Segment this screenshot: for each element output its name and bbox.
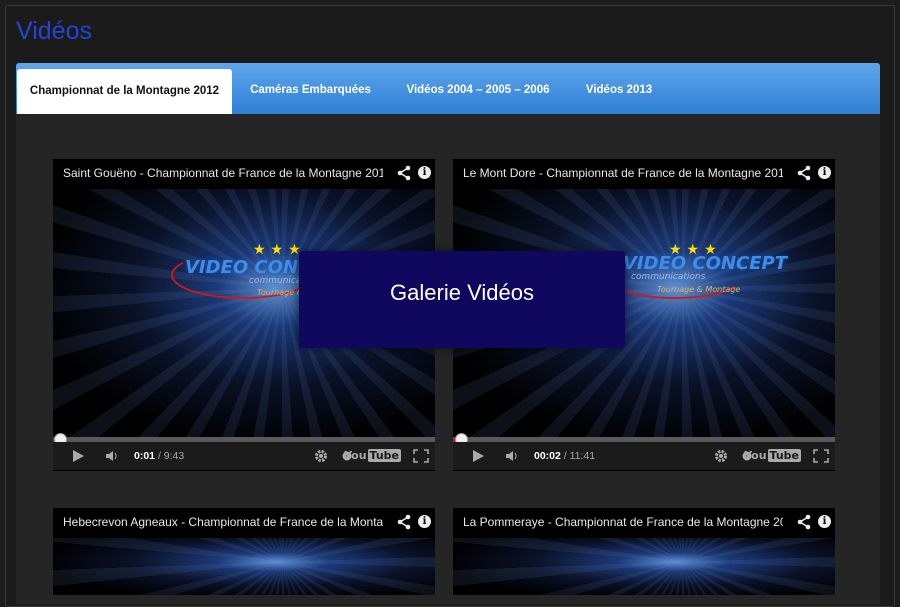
share-icon[interactable] xyxy=(397,514,411,530)
video-header: Saint Gouëno - Championnat de France de … xyxy=(53,159,435,189)
player-controls: 00:02 / 11:41 You Tube xyxy=(453,442,835,470)
video-thumbnail[interactable] xyxy=(53,538,435,595)
video-header: Hebecrevon Agneaux - Championnat de Fran… xyxy=(53,508,435,538)
video-header: La Pommeraye - Championnat de France de … xyxy=(453,508,835,538)
share-icon[interactable] xyxy=(397,165,411,181)
share-icon[interactable] xyxy=(797,514,811,530)
play-icon[interactable] xyxy=(71,449,85,463)
logo-tagline: Tournage & Montage xyxy=(657,285,741,294)
youtube-you: You xyxy=(344,449,367,462)
youtube-logo[interactable]: You Tube xyxy=(743,449,801,462)
logo-stars: ★★★ xyxy=(253,241,306,257)
player-controls: 0:01 / 9:43 You Tube xyxy=(53,442,435,470)
info-icon[interactable]: i xyxy=(818,515,831,528)
play-icon[interactable] xyxy=(471,449,485,463)
current-time: 00:02 xyxy=(534,450,561,462)
page-title: Vidéos xyxy=(16,17,92,45)
settings-gear-icon[interactable] xyxy=(314,449,328,463)
youtube-you: You xyxy=(744,449,767,462)
youtube-tube: Tube xyxy=(767,449,801,462)
thumbnail-rays xyxy=(53,538,435,595)
tab-videos-2004-2006[interactable]: Vidéos 2004 – 2005 – 2006 xyxy=(394,63,562,114)
video-title[interactable]: Saint Gouëno - Championnat de France de … xyxy=(63,166,383,180)
video-title[interactable]: La Pommeraye - Championnat de France de … xyxy=(463,515,783,529)
info-icon[interactable]: i xyxy=(818,166,831,179)
logo-sub: communications xyxy=(631,272,706,282)
tab-cameras-embarquees[interactable]: Caméras Embarquées xyxy=(238,63,383,114)
duration: / 11:41 xyxy=(563,450,596,462)
gallery-modal[interactable]: Galerie Vidéos xyxy=(299,251,625,348)
settings-gear-icon[interactable] xyxy=(714,449,728,463)
fullscreen-icon[interactable] xyxy=(413,449,429,463)
current-time: 0:01 xyxy=(134,450,156,462)
video-concept-logo: VIDEO CONCEPT xyxy=(623,253,787,274)
info-icon[interactable]: i xyxy=(418,166,431,179)
time-display: 00:02 / 11:41 xyxy=(534,450,595,462)
video-player[interactable]: Hebecrevon Agneaux - Championnat de Fran… xyxy=(53,508,435,595)
volume-icon[interactable] xyxy=(505,449,519,463)
youtube-tube: Tube xyxy=(367,449,401,462)
video-thumbnail[interactable] xyxy=(453,538,835,595)
info-icon[interactable]: i xyxy=(418,515,431,528)
fullscreen-icon[interactable] xyxy=(813,449,829,463)
share-icon[interactable] xyxy=(797,165,811,181)
youtube-logo[interactable]: You Tube xyxy=(343,449,401,462)
tab-championnat-montagne-2012[interactable]: Championnat de la Montagne 2012 xyxy=(17,69,232,115)
video-title[interactable]: Le Mont Dore - Championnat de France de … xyxy=(463,166,783,180)
video-title[interactable]: Hebecrevon Agneaux - Championnat de Fran… xyxy=(63,515,383,529)
tab-bar: Championnat de la Montagne 2012 Caméras … xyxy=(16,63,880,115)
duration: / 9:43 xyxy=(157,450,185,462)
thumbnail-rays xyxy=(453,538,835,595)
video-player[interactable]: La Pommeraye - Championnat de France de … xyxy=(453,508,835,595)
time-display: 0:01 / 9:43 xyxy=(134,450,184,462)
video-header: Le Mont Dore - Championnat de France de … xyxy=(453,159,835,189)
volume-icon[interactable] xyxy=(105,449,119,463)
tab-videos-2013[interactable]: Vidéos 2013 xyxy=(571,63,667,114)
